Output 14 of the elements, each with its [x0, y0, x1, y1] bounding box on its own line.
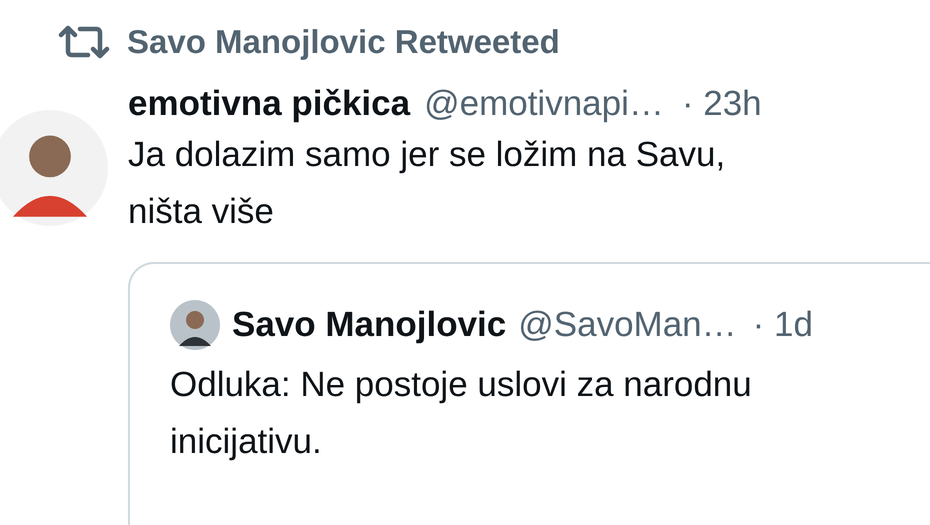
tweet-time[interactable]: · 1d	[752, 305, 813, 345]
retweet-label[interactable]: Savo Manojlovic Retweeted	[127, 23, 560, 61]
author-handle[interactable]: @emotivnapi…	[424, 84, 664, 124]
tweet-text: Ja dolazim samo jer se ložim na Savu,	[128, 134, 726, 176]
avatar[interactable]	[170, 300, 220, 350]
author-handle[interactable]: @SavoMan…	[518, 305, 737, 345]
tweet-time[interactable]: · 23h	[682, 84, 762, 124]
quote-text: Odluka: Ne postoje uslovi za narodnu	[170, 364, 753, 406]
tweet-text: ništa više	[128, 191, 275, 233]
quote-text: inicijativu.	[170, 421, 323, 463]
author-name[interactable]: emotivna pičkica	[128, 84, 410, 124]
quote-card[interactable]: Savo Manojlovic @SavoMan… · 1d Odluka: Ne postoje uslovi za narodnu inicijativu.	[128, 262, 930, 525]
author-name[interactable]: Savo Manojlovic	[232, 305, 506, 345]
retweet-icon	[57, 25, 111, 59]
